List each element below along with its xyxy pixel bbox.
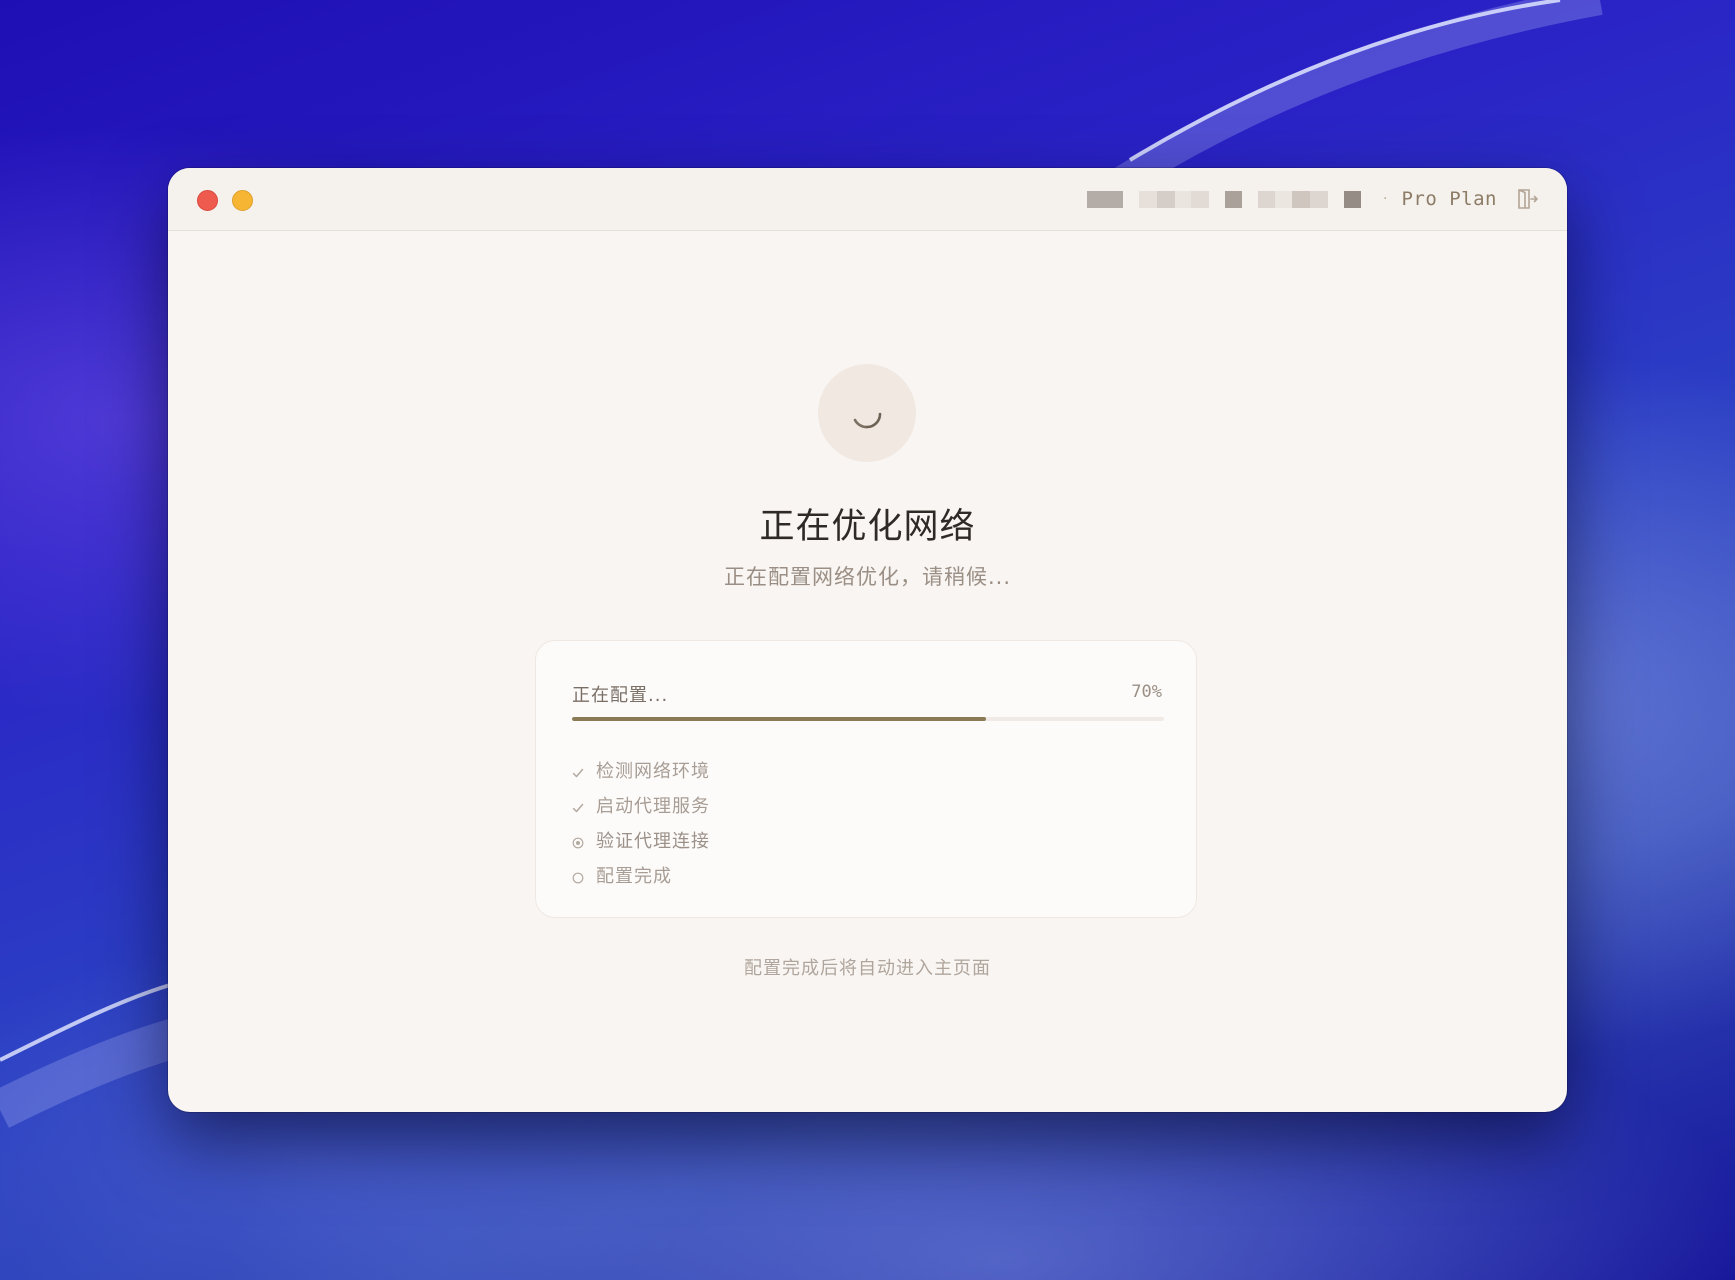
step-label: 配置完成 [596,865,672,887]
app-window: · Pro Plan 正在优化网络 正在配置网络优化，请稍候... 正在配置..… [168,168,1567,1112]
step-label: 检测网络环境 [596,760,710,782]
step-label: 验证代理连接 [596,830,710,852]
close-window-button[interactable] [197,190,218,211]
step-list: 检测网络环境 启动代理服务 验证代理连接 配置完成 [572,752,710,892]
account-area: · Pro Plan [1087,186,1539,212]
page-subtitle: 正在配置网络优化，请稍候... [723,565,1012,589]
loading-spinner [818,364,916,462]
title-bar: · Pro Plan [168,168,1567,231]
page-title: 正在优化网络 [759,507,976,547]
check-icon [572,764,584,777]
step-item: 启动代理服务 [572,787,710,822]
footer-note: 配置完成后将自动进入主页面 [744,958,991,979]
progress-bar [572,717,1164,721]
plan-label: Pro Plan [1401,188,1497,210]
progress-percent: 70% [1131,682,1162,702]
step-item: 配置完成 [572,857,710,892]
progress-bar-fill [572,717,987,721]
step-item: 验证代理连接 [572,822,710,857]
circle-icon [572,869,584,883]
step-label: 启动代理服务 [596,795,710,817]
target-icon [572,834,584,848]
minimize-window-button[interactable] [232,190,253,211]
redacted-account-email [1087,190,1362,208]
check-icon [572,799,584,812]
plan-separator: · [1383,191,1388,207]
step-item: 检测网络环境 [572,752,710,787]
progress-label: 正在配置... [572,685,669,706]
progress-card: 正在配置... 70% 检测网络环境 启动代理服务 验证代理连接 配置完成 [535,640,1197,918]
logout-icon[interactable] [1515,187,1539,211]
spinner-icon [853,412,882,429]
